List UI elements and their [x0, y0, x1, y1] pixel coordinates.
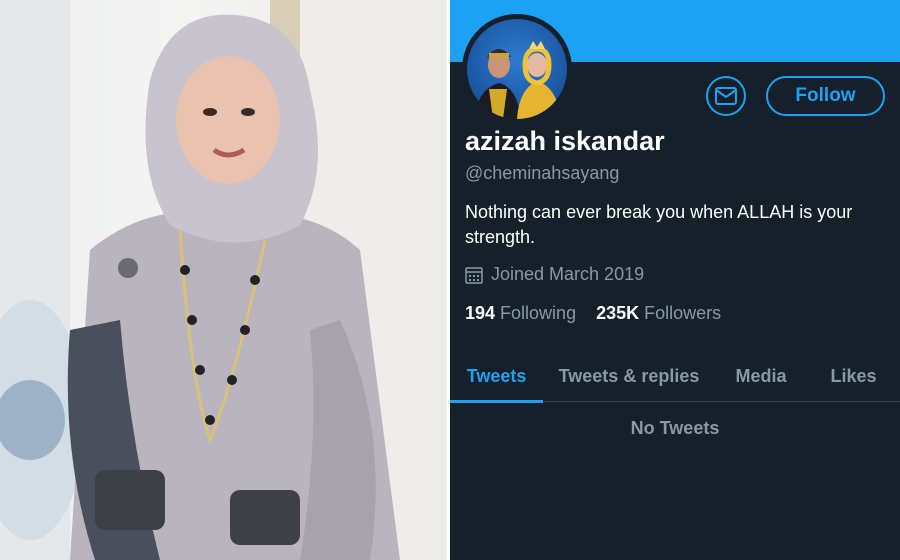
avatar[interactable] — [462, 14, 572, 124]
avatar-illustration — [475, 41, 561, 119]
portrait-illustration — [0, 0, 450, 560]
followers-label: Followers — [644, 303, 722, 323]
twitter-profile-panel: Follow azizah iskandar @cheminahsayang N… — [450, 0, 900, 560]
profile-handle: @cheminahsayang — [465, 163, 620, 183]
portrait-photo — [0, 0, 450, 560]
following-link[interactable]: 194 Following — [465, 303, 576, 324]
followers-link[interactable]: 235K Followers — [596, 303, 721, 324]
message-button[interactable] — [706, 76, 746, 116]
tab-tweets-and-replies[interactable]: Tweets & replies — [543, 350, 715, 402]
profile-stats: 194 Following 235K Followers — [465, 303, 741, 324]
follow-button[interactable]: Follow — [766, 76, 885, 116]
followers-count: 235K — [596, 303, 640, 323]
empty-timeline-message: No Tweets — [630, 418, 720, 438]
tab-tweets[interactable]: Tweets — [450, 350, 543, 403]
joined-date-text: Joined March 2019 — [491, 264, 645, 284]
avatar-image — [467, 19, 567, 119]
profile-tabs: Tweets Tweets & replies Media Likes — [450, 350, 900, 403]
profile-bio: Nothing can ever break you when ALLAH is… — [465, 202, 853, 247]
profile-name: azizah iskandar — [465, 126, 665, 156]
following-count: 194 — [465, 303, 496, 323]
following-label: Following — [500, 303, 577, 323]
joined-date: Joined March 2019 — [465, 264, 644, 285]
tab-likes[interactable]: Likes — [807, 350, 900, 402]
tab-media[interactable]: Media — [715, 350, 807, 402]
envelope-icon — [715, 87, 737, 105]
calendar-icon — [465, 266, 483, 284]
